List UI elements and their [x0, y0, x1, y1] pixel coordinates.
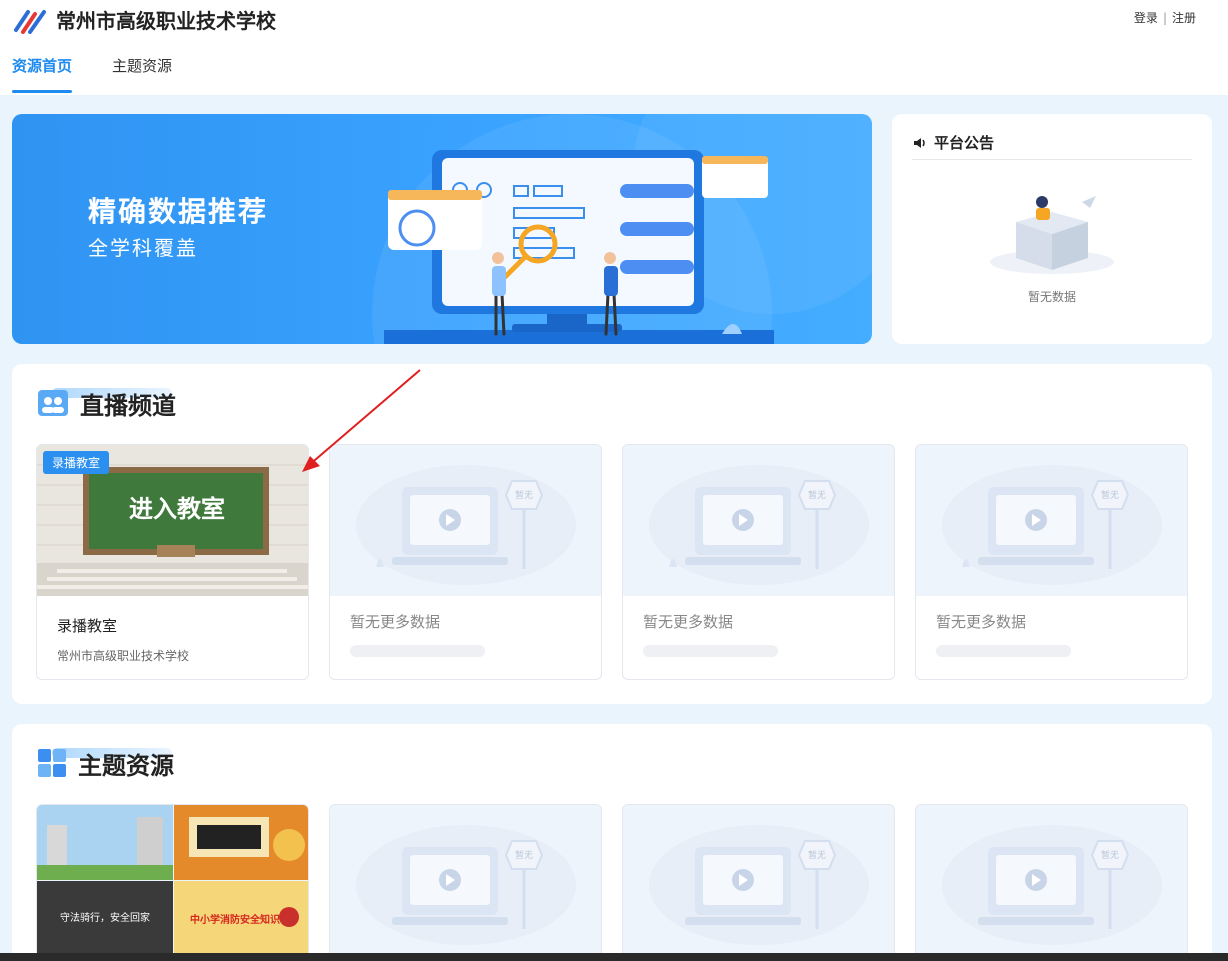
empty-laptop-illustration: 暂无: [356, 825, 576, 945]
recording-badge: 录播教室: [43, 451, 110, 474]
live-card-empty-2: 暂无 暂无更多数据: [622, 444, 895, 680]
empty-thumbnail: 暂无: [916, 445, 1187, 596]
main-nav: 资源首页 主题资源: [12, 55, 212, 93]
platform-notice-panel: 平台公告 暂无数据: [892, 114, 1212, 344]
empty-sign-text: 暂无: [1101, 849, 1119, 861]
auth-separator: |: [1162, 11, 1167, 25]
empty-laptop-illustration: 暂无: [649, 825, 869, 945]
grid-icon: [38, 749, 66, 777]
speaker-icon: [914, 137, 925, 148]
safety-ride-text: 守法骑行，安全回家: [60, 911, 150, 924]
empty-box-illustration: [990, 196, 1114, 274]
empty-sign-text: 暂无: [1101, 489, 1119, 501]
empty-laptop-illustration: 暂无: [649, 465, 869, 585]
tab-topic-resources[interactable]: 主题资源: [112, 55, 172, 93]
login-link[interactable]: 登录: [1134, 11, 1158, 25]
safety-collage-thumbnail[interactable]: 守法骑行，安全回家 中小学消防安全知识: [37, 805, 308, 956]
school-logo-icon[interactable]: [14, 8, 48, 34]
topic-card-empty-1: 暂无: [329, 804, 602, 961]
classroom-thumb-text: 进入教室: [129, 495, 225, 523]
notice-empty-text: 暂无数据: [1027, 290, 1076, 304]
auth-links: 登录 | 注册: [1134, 10, 1196, 26]
empty-text: 暂无更多数据: [936, 613, 1027, 631]
top-bar: 常州市高级职业技术学校 登录 | 注册 资源首页 主题资源: [0, 0, 1228, 95]
banner-title: 精确数据推荐: [88, 195, 269, 228]
register-link[interactable]: 注册: [1172, 11, 1196, 25]
fire-safety-text: 中小学消防安全知识: [190, 913, 280, 926]
empty-text: 暂无更多数据: [350, 613, 441, 631]
placeholder-bar: [350, 645, 485, 657]
topic-resources-section: 主题资源 守法骑行，安全回家 中小学消防安全知识 暂无 暂无 暂无: [12, 724, 1212, 961]
topic-card-empty-2: 暂无: [622, 804, 895, 961]
annotation-arrow-icon: [302, 369, 421, 472]
notice-title: 平台公告: [934, 134, 995, 152]
empty-thumbnail: 暂无: [623, 805, 894, 956]
live-card-empty-3: 暂无 暂无更多数据: [915, 444, 1188, 680]
empty-sign-text: 暂无: [515, 849, 533, 861]
classroom-thumbnail[interactable]: 进入教室 录播教室: [37, 445, 308, 596]
live-channel-section: 直播频道 进入教室 录播教室 录播教室 常州市高级职业技术学校 暂无 暂无更多数…: [12, 364, 1212, 704]
banner-subtitle: 全学科覆盖: [88, 236, 198, 260]
topic-card-empty-3: 暂无: [915, 804, 1188, 961]
data-dashboard-illustration: [388, 150, 768, 336]
live-channel-icon: [38, 390, 68, 416]
empty-laptop-illustration: 暂无: [942, 465, 1162, 585]
card-title[interactable]: 录播教室: [57, 615, 117, 636]
tab-resource-home[interactable]: 资源首页: [12, 55, 73, 93]
card-subtitle: 常州市高级职业技术学校: [57, 649, 190, 663]
empty-sign-text: 暂无: [515, 489, 533, 501]
placeholder-bar: [936, 645, 1071, 657]
hero-banner[interactable]: 精确数据推荐 全学科覆盖: [12, 114, 872, 344]
school-name[interactable]: 常州市高级职业技术学校: [56, 8, 276, 34]
empty-laptop-illustration: 暂无: [942, 825, 1162, 945]
topic-section-header: 主题资源: [38, 746, 174, 780]
live-section-title: 直播频道: [80, 391, 176, 420]
empty-text: 暂无更多数据: [643, 613, 734, 631]
safety-collage-image: 守法骑行，安全回家 中小学消防安全知识: [37, 805, 308, 956]
live-card-empty-1: 暂无 暂无更多数据: [329, 444, 602, 680]
empty-thumbnail: 暂无: [916, 805, 1187, 956]
topic-section-title: 主题资源: [78, 751, 174, 780]
empty-thumbnail: 暂无: [623, 445, 894, 596]
empty-sign-text: 暂无: [808, 849, 826, 861]
placeholder-bar: [643, 645, 778, 657]
empty-sign-text: 暂无: [808, 489, 826, 501]
live-section-header: 直播频道: [38, 386, 176, 420]
bottom-edge-bar: [0, 953, 1228, 961]
live-card-recording-classroom[interactable]: 进入教室 录播教室 录播教室 常州市高级职业技术学校: [36, 444, 309, 680]
empty-thumbnail: 暂无: [330, 805, 601, 956]
notice-header: 平台公告: [912, 126, 1192, 160]
topic-card-safety[interactable]: 守法骑行，安全回家 中小学消防安全知识: [36, 804, 309, 961]
